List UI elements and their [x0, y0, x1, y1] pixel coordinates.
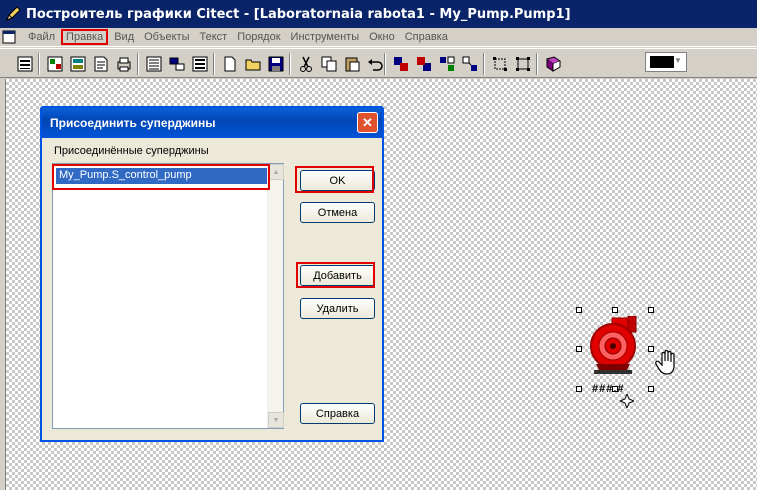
menu-tools[interactable]: Инструменты [287, 30, 364, 44]
menu-text[interactable]: Текст [196, 30, 232, 44]
scroll-down-icon[interactable]: ▼ [268, 412, 284, 428]
toolbar-separator [384, 53, 386, 75]
toolbar-separator [536, 53, 538, 75]
add-highlight-box [296, 262, 375, 288]
menu-bar: Файл Правка Вид Объекты Текст Порядок Ин… [0, 28, 757, 47]
list-scrollbar[interactable]: ▲ ▼ [267, 164, 284, 428]
pencil-app-icon [6, 6, 21, 21]
document-text-icon[interactable] [90, 53, 112, 75]
window-title-bar: Построитель графики Citect - [Laboratorn… [0, 0, 757, 28]
select-frame-icon[interactable] [512, 53, 534, 75]
help-button[interactable]: Справка [300, 403, 375, 424]
menu-help[interactable]: Справка [401, 30, 452, 44]
cancel-button[interactable]: Отмена [300, 202, 375, 223]
menu-arrange[interactable]: Порядок [233, 30, 284, 44]
paste-icon[interactable] [341, 53, 363, 75]
document-icon[interactable] [2, 30, 18, 44]
ungroup-icon[interactable] [459, 53, 481, 75]
copy-icon[interactable] [318, 53, 340, 75]
attach-genies-dialog: Присоединить суперджины ✕ Присоединённые… [40, 106, 384, 442]
toolbar-separator [213, 53, 215, 75]
selection-handle[interactable] [648, 346, 654, 352]
list-label: Присоединённые суперджины [54, 145, 209, 157]
canvas-ruler [0, 79, 6, 490]
save-icon[interactable] [265, 53, 287, 75]
attached-genies-list[interactable]: My_Pump.S_control_pump ▲ ▼ [52, 163, 284, 429]
list-highlight-box [52, 164, 270, 190]
toolbar-separator [137, 53, 139, 75]
align-icon[interactable] [489, 53, 511, 75]
toolbar-separator [38, 53, 40, 75]
dialog-title-bar[interactable]: Присоединить суперджины ✕ [42, 108, 382, 138]
menu-view[interactable]: Вид [110, 30, 138, 44]
pump-icon[interactable] [586, 316, 644, 376]
list-icon[interactable] [189, 53, 211, 75]
hand-cursor-icon [655, 350, 675, 375]
ok-highlight-box [295, 166, 374, 193]
graphics-page-icon[interactable] [44, 53, 66, 75]
new-file-icon[interactable] [219, 53, 241, 75]
group-icon[interactable] [436, 53, 458, 75]
layers-icon[interactable] [166, 53, 188, 75]
undo-icon[interactable] [364, 53, 386, 75]
toolbar-separator [289, 53, 291, 75]
menu-edit[interactable]: Правка [61, 29, 109, 45]
new-page-icon[interactable] [14, 53, 36, 75]
delete-button[interactable]: Удалить [300, 298, 375, 319]
close-icon[interactable]: ✕ [357, 112, 378, 133]
toolbar [0, 48, 757, 78]
selection-handle[interactable] [612, 307, 618, 313]
menu-file[interactable]: Файл [24, 30, 59, 44]
bring-front-icon[interactable] [390, 53, 412, 75]
selection-handle[interactable] [648, 307, 654, 313]
move-crosshair-icon [620, 394, 634, 408]
scroll-up-icon[interactable]: ▲ [268, 164, 284, 180]
color-picker[interactable]: ▼ [645, 52, 687, 72]
cut-icon[interactable] [295, 53, 317, 75]
chevron-down-icon[interactable]: ▼ [674, 56, 684, 68]
template-icon[interactable] [67, 53, 89, 75]
open-folder-icon[interactable] [242, 53, 264, 75]
menu-window[interactable]: Окно [365, 30, 399, 44]
library-book-icon[interactable] [542, 53, 564, 75]
menu-objects[interactable]: Объекты [140, 30, 193, 44]
dialog-title: Присоединить суперджины [50, 116, 216, 130]
window-title: Построитель графики Citect - [Laboratorn… [26, 6, 571, 22]
print-icon[interactable] [113, 53, 135, 75]
selection-handle[interactable] [576, 346, 582, 352]
toolbar-separator [483, 53, 485, 75]
color-swatch [650, 56, 674, 68]
selection-handle[interactable] [576, 307, 582, 313]
send-back-icon[interactable] [413, 53, 435, 75]
properties-icon[interactable] [143, 53, 165, 75]
selection-handle[interactable] [576, 386, 582, 392]
selection-handle[interactable] [648, 386, 654, 392]
